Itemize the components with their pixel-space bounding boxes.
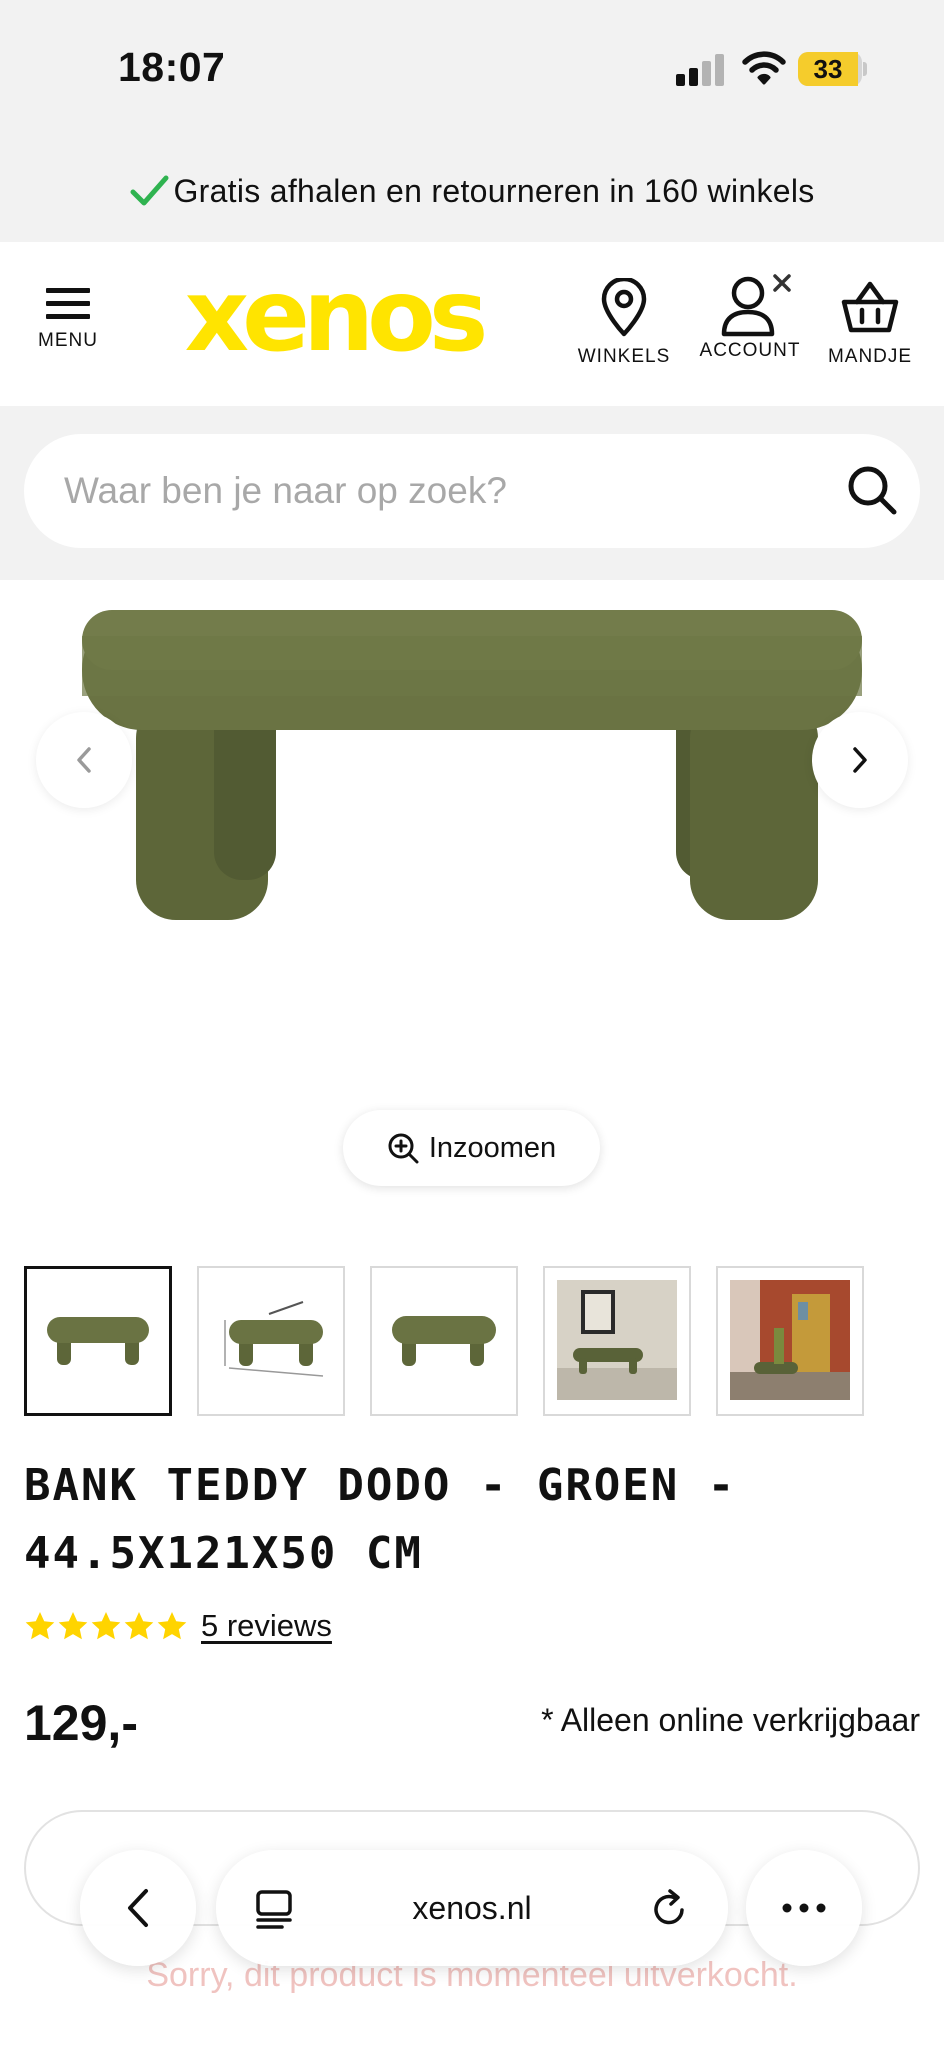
battery-indicator: 33 — [798, 52, 862, 86]
address-bar[interactable]: xenos.nl — [216, 1850, 728, 1966]
reload-icon[interactable] — [650, 1888, 690, 1930]
checkmark-icon — [130, 175, 169, 206]
nav-basket-label: MANDJE — [827, 346, 913, 367]
search-input[interactable] — [64, 434, 804, 548]
hamburger-icon — [46, 286, 90, 322]
nav-account[interactable]: ACCOUNT — [694, 272, 806, 362]
back-arrow-icon — [128, 1889, 148, 1927]
user-icon — [721, 274, 791, 337]
star-icon — [157, 1612, 187, 1640]
nav-stores-label: WINKELS — [577, 346, 671, 367]
search-box[interactable] — [24, 434, 920, 548]
browser-more-button[interactable] — [746, 1850, 862, 1966]
product-page: 18:07 33 Gratis afhalen en retourneren i… — [0, 0, 944, 2048]
promo-text: Gratis afhalen en retourneren in 160 win… — [173, 172, 815, 209]
product-title-line-2: 44.5X121X50 CM — [24, 1528, 423, 1579]
thumbnail-4[interactable] — [543, 1266, 691, 1416]
search-area — [0, 406, 944, 580]
battery-percentage: 33 — [813, 54, 843, 84]
status-bar: 18:07 33 — [0, 0, 944, 140]
site-header: MENU xenos WINKELS ACCOUNT MANDJE — [0, 242, 944, 406]
thumbnail-3[interactable] — [370, 1266, 518, 1416]
product-gallery: Inzoomen — [0, 580, 944, 1200]
thumbnail-2[interactable] — [197, 1266, 345, 1416]
nav-basket[interactable]: MANDJE — [822, 278, 918, 368]
basket-icon — [841, 281, 899, 333]
thumbnail-1[interactable] — [24, 1266, 172, 1416]
chevron-left-icon — [77, 747, 91, 773]
menu-label: MENU — [38, 330, 98, 351]
thumbnail-5[interactable] — [716, 1266, 864, 1416]
star-icon — [58, 1612, 88, 1640]
nav-account-label: ACCOUNT — [699, 340, 801, 361]
xenos-logo[interactable]: xenos — [165, 268, 501, 368]
star-icon — [124, 1612, 154, 1640]
product-image[interactable] — [0, 580, 944, 1100]
online-only-note: * Alleen online verkrijgbaar — [541, 1702, 920, 1738]
browser-back-button[interactable] — [80, 1850, 196, 1966]
chevron-right-icon — [853, 747, 867, 773]
battery-nub — [863, 62, 867, 76]
thumbnail-strip — [24, 1266, 924, 1418]
logo-text: xenos — [185, 268, 484, 368]
star-icon — [25, 1612, 55, 1640]
gallery-next-button[interactable] — [812, 712, 908, 808]
nav-stores[interactable]: WINKELS — [572, 278, 676, 368]
location-pin-icon — [601, 278, 647, 337]
product-title: BANK TEDDY DODO - GROEN - 44.5X121X50 CM — [24, 1452, 904, 1588]
zoom-label: Inzoomen — [428, 1131, 557, 1164]
promo-banner: Gratis afhalen en retourneren in 160 win… — [0, 140, 944, 242]
status-time: 18:07 — [118, 44, 226, 90]
product-title-line-1: BANK TEDDY DODO - GROEN - — [24, 1460, 737, 1511]
gallery-prev-button[interactable] — [36, 712, 132, 808]
reviews-link[interactable]: 5 reviews — [201, 1608, 332, 1644]
more-icon — [782, 1903, 826, 1913]
cellular-signal-icon — [676, 54, 724, 86]
search-icon[interactable] — [844, 462, 900, 518]
wifi-icon — [742, 51, 786, 85]
zoom-button[interactable]: Inzoomen — [343, 1110, 600, 1186]
menu-button[interactable]: MENU — [28, 286, 108, 376]
zoom-in-icon — [388, 1133, 419, 1164]
product-price: 129,- — [24, 1695, 138, 1751]
product-rating: 5 reviews — [24, 1604, 332, 1648]
rating-stars — [24, 1610, 189, 1642]
star-icon — [91, 1612, 121, 1640]
browser-toolbar: xenos.nl — [0, 1846, 944, 1970]
